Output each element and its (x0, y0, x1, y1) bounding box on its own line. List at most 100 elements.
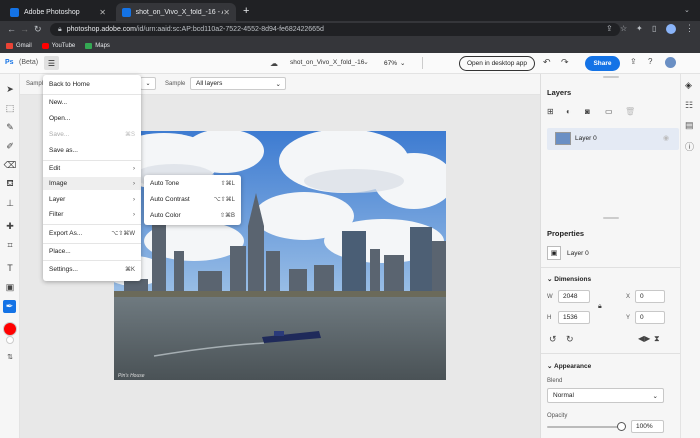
x-label: X (626, 294, 631, 300)
photo-watermark: Pin's House (118, 373, 145, 379)
main-menu: Back to Home New... Open... Save... ⌘S Sa… (43, 75, 141, 281)
zoom-dropdown[interactable]: 67% ⌄ (378, 56, 410, 70)
move-tool-icon[interactable]: ➤ (4, 83, 16, 95)
flip-horizontal-icon[interactable]: ◀▶ (638, 334, 650, 343)
menu-item-filter[interactable]: Filter › (49, 208, 135, 221)
chevron-down-icon[interactable]: ⌄ (140, 77, 156, 90)
menu-item-auto-color[interactable]: Auto Color ⇧⌘B (150, 209, 235, 222)
panel-drag-handle[interactable] (603, 76, 619, 78)
profile-avatar[interactable] (666, 24, 676, 34)
close-tab-icon[interactable]: ✕ (223, 8, 230, 17)
bookmark-star-icon[interactable]: ☆ (620, 24, 627, 33)
tab-document[interactable]: shot_on_Vivo_X_fold_-16 - Ad ✕ (116, 3, 236, 21)
foreground-color-swatch[interactable] (3, 322, 17, 336)
tab-title: shot_on_Vivo_X_fold_-16 - Ad (135, 8, 224, 16)
sample-layers-dropdown[interactable]: All layers ⌄ (190, 77, 286, 90)
close-tab-icon[interactable]: ✕ (99, 8, 106, 17)
type-tool-icon[interactable]: T (4, 262, 16, 274)
background-color-swatch[interactable] (6, 336, 14, 344)
side-panel-icon[interactable]: ▯ (652, 24, 656, 33)
menu-divider (43, 160, 141, 161)
lock-aspect-icon[interactable]: 🔒︎ (598, 303, 602, 311)
flip-vertical-icon[interactable]: ⧗ (654, 334, 660, 344)
chevron-down-icon[interactable]: ⌄ (363, 58, 369, 66)
menu-item-back-to-home[interactable]: Back to Home (49, 78, 135, 91)
comments-icon[interactable]: ▤ (685, 120, 694, 131)
y-input[interactable]: 0 (635, 311, 665, 324)
reload-icon[interactable]: ↻ (34, 24, 42, 35)
menu-item-place[interactable]: Place... (49, 245, 135, 258)
menu-item-settings[interactable]: Settings... ⌘K (49, 263, 135, 276)
menu-divider (43, 224, 141, 225)
menu-item-edit[interactable]: Edit › (49, 162, 135, 175)
cloud-icon: ☁ (270, 59, 278, 68)
eyedropper-tool-icon[interactable]: ✒ (3, 300, 16, 313)
opacity-label: Opacity (547, 413, 568, 419)
rotate-right-icon[interactable]: ↻ (566, 334, 574, 345)
opacity-slider-thumb[interactable] (617, 422, 626, 431)
opacity-slider-track[interactable] (547, 426, 621, 428)
menu-item-auto-contrast[interactable]: Auto Contrast ⌥⇧⌘L (150, 193, 235, 206)
x-input[interactable]: 0 (635, 290, 665, 303)
visibility-eye-icon[interactable]: ◉ (663, 134, 669, 142)
hamburger-menu-icon[interactable]: ☰ (44, 56, 59, 70)
tab-search-chevron-icon[interactable]: ⌄ (684, 6, 690, 14)
menu-item-save-as[interactable]: Save as... (49, 144, 135, 157)
browser-menu-icon[interactable]: ⋮ (685, 23, 694, 34)
brush-tool-icon[interactable]: ✐ (4, 140, 16, 152)
redo-icon[interactable]: ↷ (561, 57, 569, 68)
appearance-section[interactable]: ⌄ Appearance (547, 362, 591, 370)
healing-brush-tool-icon[interactable]: ✚ (4, 220, 16, 232)
address-bar[interactable]: 🔒︎ photoshop.adobe.com /id/urn:aaid:sc:A… (50, 23, 620, 36)
menu-item-new[interactable]: New... (49, 96, 135, 109)
upload-icon[interactable]: ⇪ (630, 57, 637, 66)
menu-item-open[interactable]: Open... (49, 112, 135, 125)
width-input[interactable]: 2048 (558, 290, 590, 303)
crop-tool-icon[interactable]: ⌗ (4, 239, 16, 251)
menu-item-auto-tone[interactable]: Auto Tone ⇧⌘L (150, 177, 235, 190)
clone-stamp-tool-icon[interactable]: ⊥ (4, 197, 16, 209)
menu-item-export-as[interactable]: Export As... ⌥⇧⌘W (49, 227, 135, 240)
forward-arrow-icon[interactable]: → (20, 24, 29, 34)
new-tab-button[interactable]: + (243, 5, 249, 17)
undo-icon[interactable]: ↶ (543, 57, 551, 68)
opacity-input[interactable]: 100% (631, 420, 664, 433)
help-icon[interactable]: ? (648, 57, 652, 66)
layer-effects-icon[interactable]: ▭ (605, 107, 613, 116)
height-input[interactable]: 1536 (558, 311, 590, 324)
image-place-tool-icon[interactable]: ▣ (4, 281, 16, 293)
share-button[interactable]: Share (585, 56, 620, 71)
info-icon[interactable]: ⓘ (685, 140, 694, 153)
share-page-icon[interactable]: ⇪ (606, 24, 613, 33)
menu-item-image[interactable]: Image › (43, 177, 141, 190)
dimensions-section[interactable]: ⌄ Dimensions (547, 275, 591, 283)
back-arrow-icon[interactable]: ← (7, 24, 16, 34)
layers-panel-icon[interactable]: ◈ (685, 80, 692, 91)
quick-select-tool-icon[interactable]: ✎ (4, 121, 16, 133)
bookmark-youtube[interactable]: YouTube (41, 42, 75, 49)
divider (541, 353, 681, 354)
adjustment-layer-icon[interactable]: ◐ (566, 107, 571, 116)
bookmark-maps[interactable]: Maps (85, 42, 110, 49)
menu-item-layer[interactable]: Layer › (49, 193, 135, 206)
swap-colors-icon[interactable]: ⇅ (4, 351, 16, 363)
add-layer-icon[interactable]: ⊞ (547, 107, 554, 116)
document-title[interactable]: shot_on_Vivo_X_fold_-16 (290, 59, 364, 66)
layer-row[interactable]: Layer 0 ◉ (547, 128, 679, 150)
photoshop-logo[interactable]: Ps (5, 59, 14, 66)
mask-icon[interactable]: ◙ (585, 107, 590, 116)
eraser-tool-icon[interactable]: ⌫ (4, 159, 17, 171)
rotate-left-icon[interactable]: ↺ (549, 334, 557, 345)
panel-drag-handle[interactable] (603, 217, 619, 219)
extensions-icon[interactable]: ✦ (636, 24, 643, 33)
paint-bucket-tool-icon[interactable]: ⛾ (4, 178, 16, 190)
bookmark-gmail[interactable]: Gmail (6, 42, 32, 49)
selection-tool-icon[interactable]: ⬚ (4, 102, 16, 114)
blend-mode-dropdown[interactable]: Normal ⌄ (547, 388, 664, 403)
tab-adobe-photoshop[interactable]: Adobe Photoshop ✕ (4, 3, 112, 21)
blend-label: Blend (547, 378, 563, 384)
open-in-desktop-app-button[interactable]: Open in desktop app (459, 56, 535, 71)
adjustments-icon[interactable]: ☷ (685, 100, 693, 111)
chevron-down-icon: ⌄ (400, 60, 406, 67)
user-avatar[interactable] (665, 57, 676, 68)
